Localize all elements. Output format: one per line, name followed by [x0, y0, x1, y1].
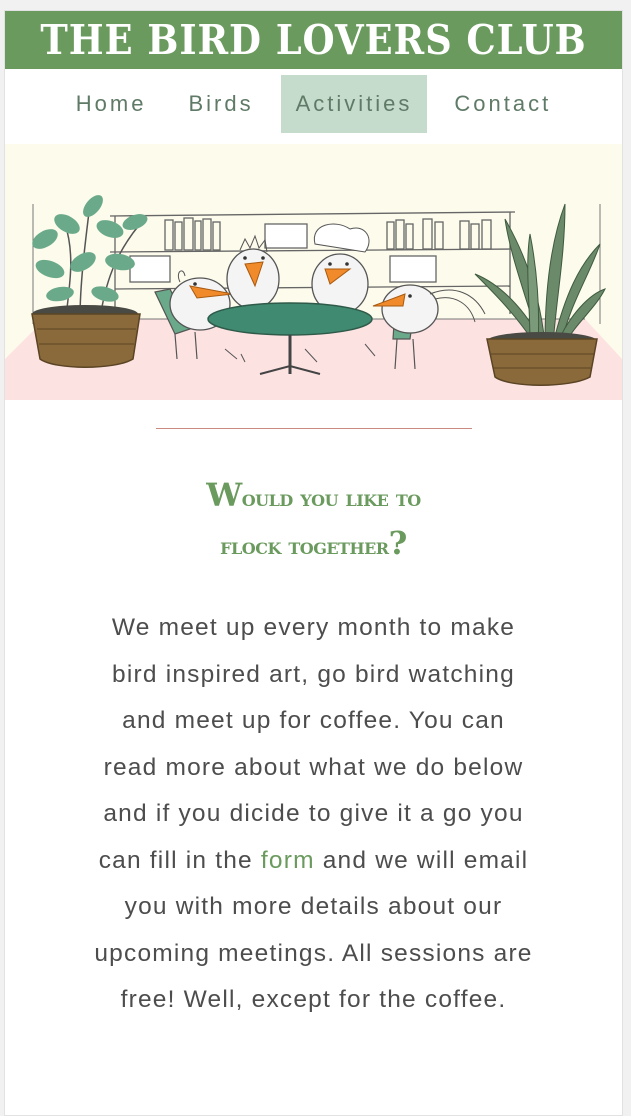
heading-initial: W [206, 476, 242, 514]
main-nav: Home Birds Activities Contact [5, 69, 622, 144]
nav-item-home[interactable]: Home [61, 75, 162, 133]
nav-item-birds[interactable]: Birds [173, 75, 268, 133]
form-link[interactable]: form [261, 847, 315, 874]
section-divider [155, 428, 472, 429]
section-heading: Would you like to flock together? [154, 473, 474, 569]
heading-question-mark: ? [388, 524, 408, 562]
heading-line1: ould you like to [241, 485, 422, 512]
site-title: THE BIRD LOVERS CLUB [40, 16, 587, 64]
site-banner: THE BIRD LOVERS CLUB [5, 11, 622, 69]
intro-text-start: We meet up every month to make bird insp… [98, 614, 524, 874]
page-frame: THE BIRD LOVERS CLUB Home Birds Activiti… [4, 10, 623, 1116]
right-potted-plant [474, 203, 606, 386]
nav-item-contact[interactable]: Contact [439, 75, 566, 133]
hero-illustration [5, 144, 622, 400]
nav-item-activities[interactable]: Activities [280, 75, 428, 133]
intro-paragraph: We meet up every month to make bird insp… [94, 605, 534, 1024]
birds-table-illustration [5, 195, 622, 400]
heading-line2: flock together [220, 533, 389, 560]
